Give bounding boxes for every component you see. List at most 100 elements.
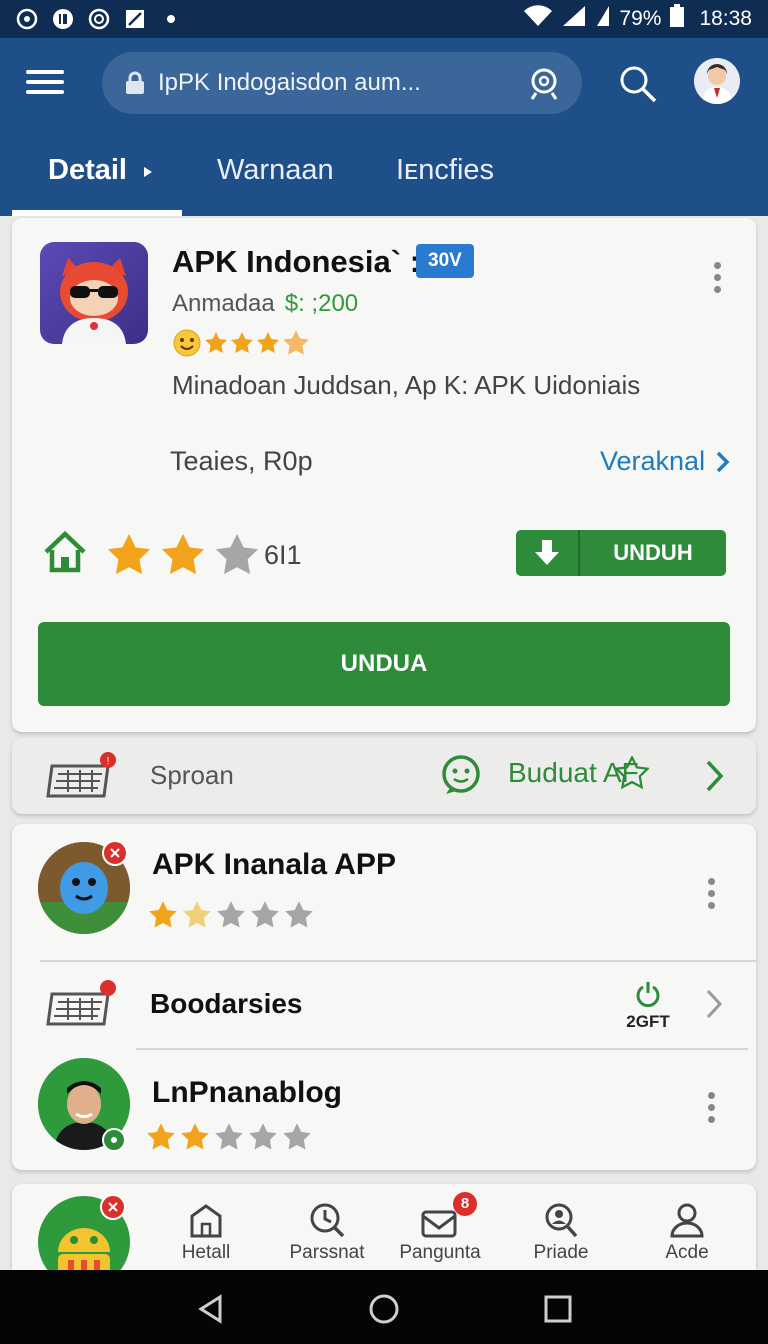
back-icon[interactable] bbox=[196, 1294, 226, 1324]
scan-search-icon[interactable] bbox=[526, 65, 562, 101]
list-item-title: APK Inanala APP bbox=[152, 848, 396, 881]
dot-icon bbox=[160, 8, 182, 30]
tab-bar: Detail Warnaan Iᴇncfies bbox=[0, 146, 768, 216]
nav-home[interactable]: Hetall bbox=[151, 1202, 261, 1264]
notification-badge: 8 bbox=[453, 1192, 477, 1216]
star-icon bbox=[231, 332, 253, 353]
nav-history[interactable]: Parssnat bbox=[272, 1202, 382, 1264]
nav-messages[interactable]: Pangunta 8 bbox=[385, 1192, 495, 1264]
nav-profile[interactable]: Acde bbox=[632, 1202, 742, 1264]
list-item-title: Boodarsies bbox=[150, 988, 303, 1019]
system-navigation-bar bbox=[0, 1270, 768, 1344]
home-icon[interactable] bbox=[42, 530, 88, 574]
promo-row[interactable]: ! Sproan Buduat AF bbox=[12, 738, 756, 814]
keyboard-icon: ! bbox=[46, 752, 116, 798]
star-icon bbox=[161, 533, 205, 575]
active-tab-indicator bbox=[12, 210, 182, 216]
app-list-card: APK Inanala APP Boodarsies 2GFT LnPnanab… bbox=[12, 824, 756, 1170]
tab-detail[interactable]: Detail bbox=[48, 154, 155, 187]
power-icon bbox=[636, 982, 660, 1008]
rating-count: 6I1 bbox=[264, 540, 302, 570]
divider bbox=[136, 1048, 748, 1050]
rating-stars bbox=[106, 532, 260, 578]
wifi-icon bbox=[523, 5, 553, 33]
app-icon bbox=[40, 242, 148, 344]
keyboard-icon bbox=[46, 980, 116, 1026]
lock-icon bbox=[126, 71, 144, 94]
more-options-icon[interactable] bbox=[708, 1092, 716, 1128]
star-half-icon bbox=[283, 330, 309, 355]
chat-icon bbox=[442, 755, 480, 794]
close-badge-icon bbox=[102, 840, 128, 866]
search-bar[interactable]: IpPK Indogaisdon aum... bbox=[102, 52, 582, 114]
recents-icon[interactable] bbox=[543, 1294, 573, 1324]
smiley-icon bbox=[173, 329, 201, 357]
timer-label: 2GFT bbox=[626, 1012, 670, 1031]
see-more-link[interactable]: Veraknal bbox=[600, 446, 731, 477]
building-icon bbox=[190, 1204, 222, 1238]
star-icon bbox=[149, 901, 177, 928]
notification-icon bbox=[16, 8, 38, 30]
app-title: APK Indonesia` : bbox=[172, 244, 421, 279]
battery-icon bbox=[669, 4, 685, 34]
tab-encfies[interactable]: Iᴇncfies bbox=[396, 154, 494, 187]
signal-icon bbox=[595, 5, 611, 33]
divider bbox=[40, 960, 756, 962]
notification-icon bbox=[52, 8, 74, 30]
app-bar: IpPK Indogaisdon aum... Detail Warnaan I… bbox=[0, 38, 768, 216]
star-outline-icon bbox=[614, 756, 649, 790]
rating-small bbox=[172, 328, 310, 358]
list-item-stars bbox=[148, 900, 314, 930]
profile-avatar[interactable] bbox=[694, 58, 740, 104]
app-detail-card: APK Indonesia` : 30V Anmadaa $: ;200 Mina… bbox=[12, 218, 756, 732]
app-description: Minadoan Juddsan, Ap K: APK Uidoniais bbox=[172, 370, 641, 400]
star-empty-icon bbox=[251, 901, 279, 928]
version-badge: 30V bbox=[416, 244, 474, 278]
star-empty-icon bbox=[215, 533, 259, 575]
chevron-right-icon[interactable] bbox=[704, 988, 726, 1020]
status-bar: 79% 18:38 bbox=[0, 0, 768, 38]
app-price: $: ;200 bbox=[284, 290, 359, 317]
notification-icon bbox=[88, 8, 110, 30]
star-icon bbox=[181, 1123, 209, 1150]
svg-text:!: ! bbox=[107, 756, 110, 767]
battery-percent: 79% bbox=[619, 7, 662, 30]
online-badge-icon bbox=[102, 1128, 126, 1152]
star-icon bbox=[257, 332, 279, 353]
star-empty-icon bbox=[249, 1123, 277, 1150]
search-input[interactable]: IpPK Indogaisdon aum... bbox=[158, 69, 526, 97]
star-half-icon bbox=[183, 901, 211, 928]
notification-icon bbox=[124, 8, 146, 30]
chevron-right-icon bbox=[716, 451, 730, 472]
promo-action[interactable]: Buduat AF bbox=[508, 756, 649, 790]
download-button[interactable]: UNDUH bbox=[516, 530, 726, 576]
star-empty-icon bbox=[285, 901, 313, 928]
star-icon bbox=[107, 533, 151, 575]
star-icon bbox=[147, 1123, 175, 1150]
clock-search-icon bbox=[310, 1203, 345, 1238]
star-empty-icon bbox=[217, 901, 245, 928]
download-icon bbox=[516, 530, 580, 576]
list-item-title: LnPnanablog bbox=[152, 1076, 342, 1109]
menu-icon[interactable] bbox=[26, 70, 64, 100]
clock: 18:38 bbox=[699, 7, 752, 30]
chevron-right-icon[interactable] bbox=[704, 758, 726, 794]
search-icon[interactable] bbox=[618, 64, 658, 104]
signal-icon bbox=[561, 5, 587, 33]
more-options-icon[interactable] bbox=[714, 262, 722, 298]
promo-label: Sproan bbox=[150, 760, 234, 790]
more-options-icon[interactable] bbox=[708, 878, 716, 914]
home-nav-icon[interactable] bbox=[369, 1294, 399, 1324]
list-item-stars bbox=[146, 1122, 312, 1152]
bottom-nav: Hetall Parssnat Pangunta 8 Priade Acde bbox=[12, 1184, 756, 1288]
nav-search[interactable]: Priade bbox=[506, 1202, 616, 1264]
app-developer: Anmadaa $: ;200 bbox=[172, 290, 359, 317]
star-icon bbox=[205, 332, 227, 353]
caret-right-icon bbox=[144, 167, 153, 177]
app-meta: Teaies, R0p bbox=[170, 446, 313, 476]
star-empty-icon bbox=[215, 1123, 243, 1150]
close-badge-icon bbox=[100, 1194, 126, 1220]
search-person-icon bbox=[545, 1203, 578, 1238]
tab-warnaan[interactable]: Warnaan bbox=[217, 154, 334, 187]
primary-download-button[interactable]: UNDUA bbox=[38, 622, 730, 706]
